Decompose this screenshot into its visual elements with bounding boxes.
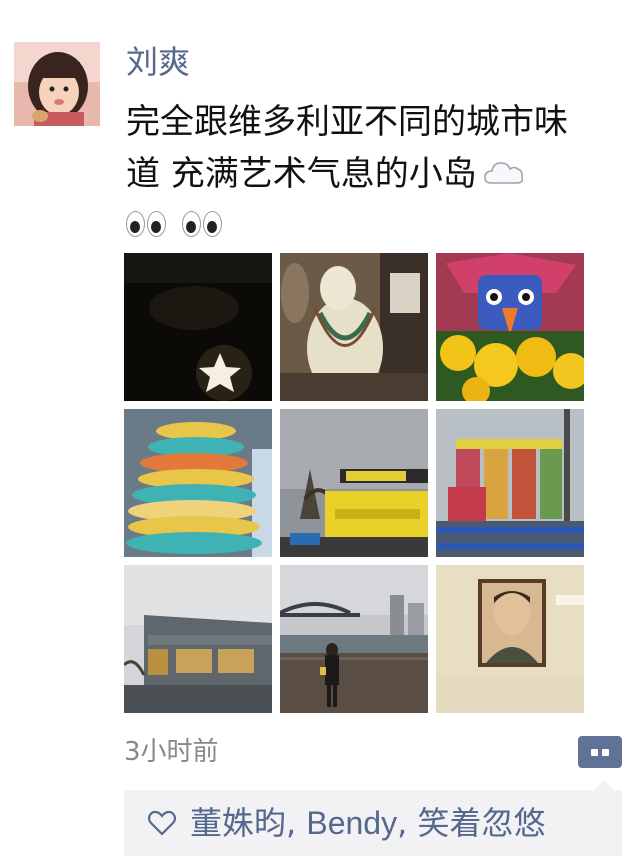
heart-icon [148,810,176,836]
liker-name[interactable]: Bendy [306,805,397,841]
photo-macaron-tower[interactable] [124,409,272,557]
photo-jewelry-statue[interactable] [280,253,428,401]
likes-list: 董姝昀, Bendy, 笑着忽悠 [190,802,545,844]
photo-parrot-flowers[interactable] [436,253,584,401]
post-timestamp: 3小时前 [124,737,219,767]
cloud-icon [483,162,523,184]
eyes-icon [126,211,166,237]
content-line: 完全跟维多利亚不同的城市味 [126,102,568,142]
photo-bridge-waterfront[interactable] [280,565,428,713]
likes-bar: 董姝昀, Bendy, 笑着忽悠 [124,780,622,856]
photo-star-lamp[interactable] [124,253,272,401]
content-line: 道 充满艺术气息的小岛 [126,154,477,194]
comment-button[interactable] [578,736,622,768]
likes-separator: , [397,804,418,842]
likes-separator: , [286,804,307,842]
photo-market-building[interactable] [124,565,272,713]
post-content: 完全跟维多利亚不同的城市味 道 充满艺术气息的小岛 [126,96,616,244]
photo-portrait-painting[interactable] [436,565,584,713]
content-line-with-emoji: 道 充满艺术气息的小岛 [126,148,616,200]
avatar[interactable] [14,42,100,126]
author-name[interactable]: 刘爽 [126,40,190,84]
eyes-icon [182,211,222,237]
moments-post: 刘爽 完全跟维多利亚不同的城市味 道 充满艺术气息的小岛 3小时前 董姝昀, B… [0,0,638,868]
comment-icon [591,749,598,756]
liker-name[interactable]: 董姝昀 [190,804,286,842]
photo-yellow-building[interactable] [280,409,428,557]
photo-grid [124,253,584,713]
photo-silo-art[interactable] [436,409,584,557]
liker-name[interactable]: 笑着忽悠 [417,804,545,842]
eyes-emoji-row [126,204,616,244]
